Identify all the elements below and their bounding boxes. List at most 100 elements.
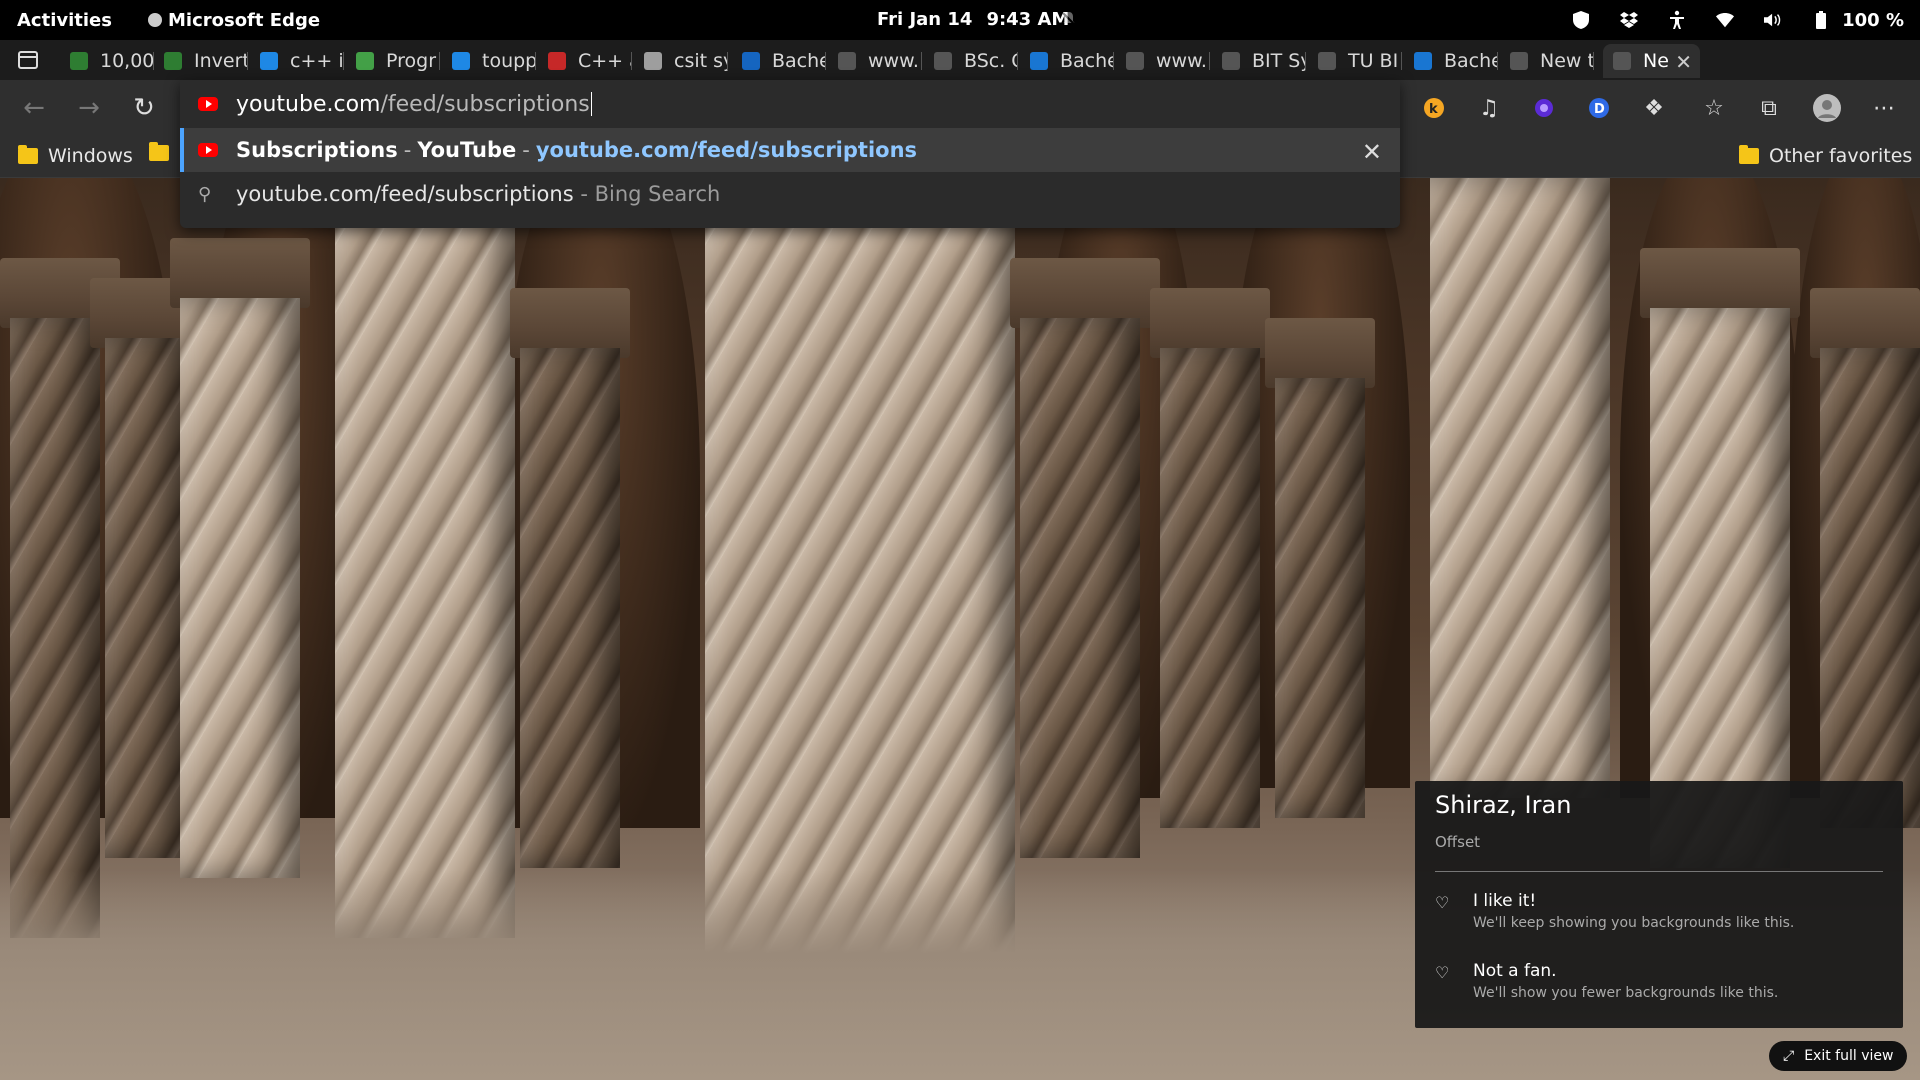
clock[interactable]: Fri Jan 14 9:43 AM: [877, 9, 1069, 30]
notifications-muted-icon: [1062, 12, 1076, 26]
tab-label: BIT Sy: [1252, 50, 1306, 72]
dislike-title: Not a fan.: [1473, 961, 1557, 981]
tab-favicon-icon: [644, 52, 662, 70]
browser-tab[interactable]: New t: [1500, 44, 1594, 78]
music-note-icon[interactable]: ♫: [1475, 94, 1503, 122]
like-subtitle: We'll keep showing you backgrounds like …: [1473, 915, 1795, 931]
browser-tab[interactable]: Bache: [1020, 44, 1114, 78]
extension-d-icon[interactable]: D: [1585, 94, 1613, 122]
browser-tab[interactable]: Bache: [1404, 44, 1498, 78]
extension-purple-icon[interactable]: [1530, 94, 1558, 122]
tab-separator: [727, 52, 728, 70]
text-caret: [590, 92, 592, 116]
refresh-button[interactable]: ↻: [130, 94, 158, 122]
browser-tab[interactable]: Progr: [346, 44, 440, 78]
like-title: I like it!: [1473, 891, 1537, 911]
battery-percent: 100 %: [1842, 9, 1904, 31]
bookmark-folder-other-favorites[interactable]: Other favorites: [1739, 145, 1912, 167]
remove-suggestion-close-icon[interactable]: ✕: [1362, 138, 1382, 166]
address-bar-input[interactable]: youtube.com/feed/subscriptions: [180, 80, 1400, 128]
forward-button[interactable]: →: [75, 94, 103, 122]
collections-icon[interactable]: ⧉: [1755, 94, 1783, 122]
back-button[interactable]: ←: [20, 94, 48, 122]
extensions-puzzle-icon[interactable]: ❖: [1640, 94, 1668, 122]
vertical-tabs-icon[interactable]: [18, 51, 38, 69]
tab-label: 10,00: [100, 50, 154, 72]
tab-favicon-icon: [1613, 52, 1631, 70]
tab-favicon-icon: [1318, 52, 1336, 70]
collapse-arrows-icon: ⤢: [1783, 1048, 1795, 1064]
tab-separator: [631, 52, 632, 70]
bookmark-folder-windows[interactable]: Windows: [18, 145, 133, 167]
favorites-star-icon[interactable]: ☆: [1700, 94, 1728, 122]
vpn-shield-icon[interactable]: [1572, 11, 1590, 29]
image-location[interactable]: Shiraz, Iran: [1435, 791, 1571, 819]
browser-tab[interactable]: www.: [828, 44, 922, 78]
browser-tab[interactable]: BSc. C: [924, 44, 1018, 78]
tab-separator: [1017, 52, 1018, 70]
activities-button[interactable]: Activities: [17, 10, 112, 31]
browser-tab[interactable]: 10,00: [60, 44, 154, 78]
wifi-icon[interactable]: [1716, 11, 1735, 29]
browser-tab[interactable]: toupp: [442, 44, 536, 78]
browser-tab[interactable]: BIT Sy: [1212, 44, 1306, 78]
dislike-background-option[interactable]: ♡ Not a fan. We'll show you fewer backgr…: [1435, 961, 1778, 1001]
edge-app-icon: [147, 13, 162, 27]
accessibility-icon[interactable]: [1668, 10, 1686, 29]
suggestion-url: youtube.com/feed/subscriptions: [535, 138, 918, 162]
tab-separator: [439, 52, 440, 70]
tab-label: Invert: [194, 50, 248, 72]
divider: [1435, 871, 1883, 872]
like-background-option[interactable]: ♡ I like it! We'll keep showing you back…: [1435, 891, 1794, 931]
tab-label: Ne: [1643, 50, 1669, 72]
browser-tab[interactable]: Bache: [732, 44, 826, 78]
browser-tab[interactable]: C++ a: [538, 44, 632, 78]
suggestion-separator: -: [522, 138, 530, 162]
tab-favicon-icon: [838, 52, 856, 70]
tab-separator: [1593, 52, 1594, 70]
system-tray[interactable]: 100 %: [1572, 0, 1904, 40]
broken-heart-icon: ♡: [1435, 963, 1450, 982]
tab-label: www.: [868, 50, 919, 72]
browser-tab[interactable]: csit sy: [634, 44, 728, 78]
background-info-card: Shiraz, Iran Offset ♡ I like it! We'll k…: [1415, 781, 1903, 1028]
bookmark-folder-2[interactable]: [149, 142, 179, 161]
browser-tab[interactable]: TU BI: [1308, 44, 1402, 78]
folder-icon: [18, 145, 38, 164]
browser-tab[interactable]: www.: [1116, 44, 1210, 78]
exit-full-view-label: Exit full view: [1804, 1048, 1894, 1064]
tab-favicon-icon: [742, 52, 760, 70]
tab-label: csit sy: [674, 50, 728, 72]
app-name: Microsoft Edge: [167, 9, 321, 31]
tab-favicon-icon: [70, 52, 88, 70]
tab-favicon-icon: [1030, 52, 1048, 70]
exit-full-view-button[interactable]: ⤢ Exit full view: [1769, 1041, 1907, 1071]
extension-k-icon[interactable]: k: [1420, 94, 1448, 122]
tab-favicon-icon: [548, 52, 566, 70]
tab-label: Bache: [1444, 50, 1498, 72]
profile-avatar[interactable]: [1813, 94, 1841, 122]
suggestion-bing-search[interactable]: ⚲ youtube.com/feed/subscriptions - Bing …: [180, 172, 1400, 216]
suggestion-youtube-subscriptions[interactable]: Subscriptions - YouTube - youtube.com/feed/s…: [180, 128, 1400, 172]
tab-favicon-icon: [1126, 52, 1144, 70]
tab-separator: [825, 52, 826, 70]
battery-icon[interactable]: [1812, 11, 1830, 29]
browser-tab[interactable]: Ne ✕: [1603, 44, 1700, 78]
app-menu[interactable]: Microsoft Edge: [147, 9, 321, 31]
bing-query: youtube.com/feed/subscriptions: [236, 182, 574, 206]
browser-tab[interactable]: c++ is: [250, 44, 344, 78]
tab-favicon-icon: [356, 52, 374, 70]
bookmark-label: Windows: [48, 145, 133, 167]
tab-label: c++ is: [290, 50, 344, 72]
more-menu-icon[interactable]: ⋯: [1870, 94, 1898, 122]
bookmark-label: Other favorites: [1769, 145, 1913, 167]
dropbox-icon[interactable]: [1620, 11, 1639, 29]
folder-icon: [149, 142, 169, 161]
close-tab-icon[interactable]: ✕: [1675, 50, 1692, 74]
tab-favicon-icon: [452, 52, 470, 70]
tab-separator: [343, 52, 344, 70]
tab-favicon-icon: [164, 52, 182, 70]
volume-icon[interactable]: [1764, 11, 1782, 29]
tab-favicon-icon: [1222, 52, 1240, 70]
browser-tab[interactable]: Invert: [154, 44, 248, 78]
